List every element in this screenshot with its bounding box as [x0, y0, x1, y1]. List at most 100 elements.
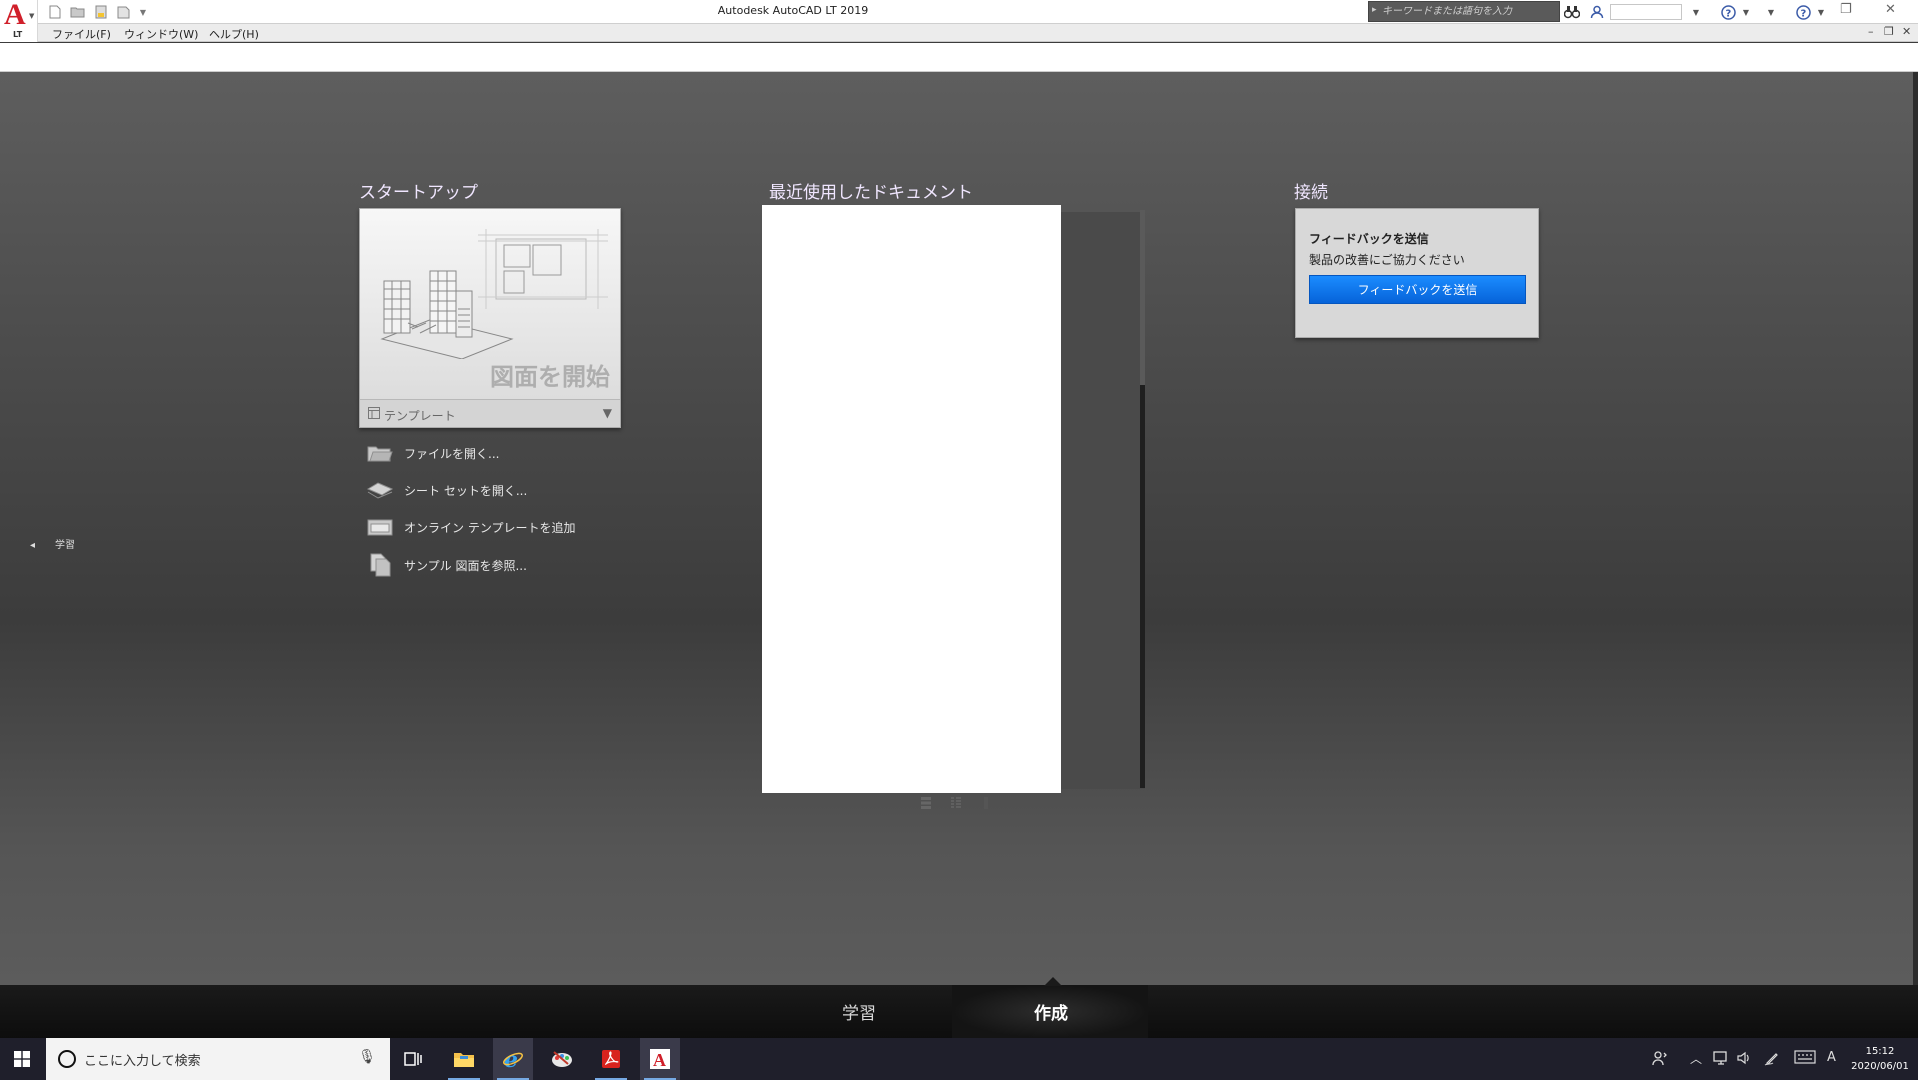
keyboard-icon[interactable] — [1794, 1050, 1816, 1068]
windows-start-button[interactable] — [0, 1038, 44, 1080]
pdf-icon — [602, 1050, 620, 1068]
sign-in-field[interactable] — [1610, 4, 1682, 20]
chevron-down-icon[interactable]: ▼ — [1765, 3, 1777, 21]
open-file-link[interactable]: ファイルを開く... — [366, 441, 499, 465]
feedback-card: フィードバックを送信 製品の改善にご協力ください フィードバックを送信 — [1295, 208, 1539, 338]
help-icon[interactable]: ? — [1793, 3, 1813, 21]
customize-toolbar-dropdown-icon[interactable]: ▼ — [138, 4, 148, 20]
chevron-down-icon[interactable]: ▼ — [1740, 3, 1752, 21]
lt-badge: LT — [13, 30, 23, 39]
network-icon[interactable] — [1712, 1050, 1730, 1070]
open-file-label: ファイルを開く... — [404, 446, 500, 461]
pen-workspace-icon[interactable] — [1764, 1050, 1780, 1070]
help-icon[interactable]: ? — [1718, 3, 1738, 21]
open-sheet-set-label: シート セットを開く... — [404, 483, 528, 498]
feedback-heading: フィードバックを送信 — [1309, 232, 1429, 246]
learn-side-tab[interactable]: ◂ 学習 — [30, 536, 75, 551]
sheet-set-icon — [366, 479, 394, 501]
recent-documents-title: 最近使用したドキュメント — [769, 183, 973, 203]
folder-icon — [366, 442, 394, 464]
ribbon-area — [0, 43, 1918, 72]
send-feedback-button[interactable]: フィードバックを送信 — [1309, 275, 1526, 304]
svg-text:A: A — [653, 1050, 666, 1070]
save-as-icon[interactable] — [115, 4, 133, 20]
scrollbar-thumb[interactable] — [1140, 210, 1145, 385]
taskbar-search-box[interactable]: ここに入力して検索 🎙 — [46, 1038, 390, 1080]
browse-sample-drawings-label: サンプル 図面を参照... — [404, 558, 527, 573]
quick-access-toolbar: ▼ — [46, 2, 148, 22]
minimize-document-icon[interactable]: – — [1868, 25, 1874, 38]
online-template-icon — [366, 516, 394, 538]
chevron-left-icon: ◂ — [30, 540, 36, 551]
large-thumbnail-view-icon[interactable] — [917, 795, 935, 811]
recent-view-toggles — [917, 795, 995, 811]
task-view-icon — [404, 1052, 422, 1066]
svg-text:?: ? — [1725, 8, 1731, 19]
new-file-icon[interactable] — [46, 4, 64, 20]
internet-explorer-icon: e — [503, 1048, 523, 1070]
add-online-template-label: オンライン テンプレートを追加 — [404, 520, 576, 535]
chevron-down-icon: ▼ — [29, 12, 35, 20]
small-thumbnail-view-icon[interactable] — [947, 795, 965, 811]
restore-window-icon[interactable]: ❐ — [1840, 2, 1852, 17]
autocad-app-icon: A — [650, 1049, 670, 1070]
autocad-logo-icon: A — [4, 0, 26, 31]
volume-icon[interactable] — [1736, 1050, 1752, 1070]
template-label: テンプレート — [384, 409, 456, 423]
menu-window[interactable]: ウィンドウ(W) — [124, 26, 198, 42]
acrobat-reader-button[interactable] — [591, 1038, 631, 1080]
show-hidden-icons-icon[interactable]: ︿ — [1690, 1050, 1702, 1067]
city-drawing-illustration-icon — [380, 229, 608, 359]
taskbar-clock[interactable]: 15:12 2020/06/01 — [1850, 1044, 1910, 1074]
open-sheet-set-link[interactable]: シート セットを開く... — [366, 478, 527, 502]
menu-bar: ファイル(F) ウィンドウ(W) ヘルプ(H) – ❐ ✕ — [0, 24, 1918, 42]
list-view-icon[interactable] — [977, 795, 995, 811]
keyword-search-input[interactable] — [1382, 3, 1556, 20]
task-view-button[interactable] — [393, 1038, 433, 1080]
tab-create[interactable]: 作成 — [1034, 999, 1068, 1024]
close-document-icon[interactable]: ✕ — [1902, 25, 1911, 38]
clock-time: 15:12 — [1865, 1046, 1895, 1057]
cortana-icon — [58, 1050, 76, 1068]
chevron-down-icon[interactable]: ▼ — [1690, 3, 1702, 21]
microphone-icon[interactable]: 🎙 — [358, 1049, 376, 1065]
chevron-down-icon[interactable]: ▼ — [1815, 3, 1827, 21]
svg-text:?: ? — [1800, 8, 1806, 19]
menu-file[interactable]: ファイル(F) — [52, 26, 111, 42]
paint-app-button[interactable] — [542, 1038, 582, 1080]
clock-date: 2020/06/01 — [1851, 1061, 1909, 1072]
restore-document-icon[interactable]: ❐ — [1884, 25, 1894, 38]
infocenter-search: ▸ — [1368, 1, 1560, 22]
chevron-down-icon: ▼ — [602, 406, 612, 420]
start-drawing-label: 図面を開始 — [490, 363, 610, 391]
binoculars-icon[interactable] — [1562, 3, 1582, 21]
recent-documents-list[interactable] — [762, 205, 1061, 793]
start-page-tab-bar: 学習 作成 — [0, 977, 1918, 1038]
close-window-icon[interactable]: ✕ — [1885, 2, 1896, 17]
user-icon[interactable] — [1587, 3, 1607, 21]
connect-section-title: 接続 — [1294, 183, 1328, 203]
add-online-template-link[interactable]: オンライン テンプレートを追加 — [366, 515, 575, 539]
save-icon[interactable] — [92, 4, 110, 20]
page-scrollbar[interactable] — [1913, 72, 1918, 985]
menu-help[interactable]: ヘルプ(H) — [209, 26, 259, 42]
feedback-subtext: 製品の改善にご協力ください — [1309, 253, 1465, 267]
people-icon[interactable] — [1652, 1050, 1668, 1070]
windows-taskbar: ここに入力して検索 🎙 e A ︿ A 15:12 2020/06/01 — [0, 1038, 1918, 1080]
application-menu-button[interactable]: A LT ▼ — [0, 0, 38, 42]
title-bar: A LT ▼ ▼ Autodesk AutoCAD LT 2019 ▸ ▼ ? … — [0, 0, 1918, 42]
file-explorer-button[interactable] — [444, 1038, 484, 1080]
browse-sample-drawings-link[interactable]: サンプル 図面を参照... — [366, 553, 527, 577]
autocad-taskbar-button[interactable]: A — [640, 1038, 680, 1080]
template-icon — [368, 407, 380, 422]
internet-explorer-button[interactable]: e — [493, 1038, 533, 1080]
recent-documents-scrollbar[interactable] — [1140, 210, 1145, 788]
expand-arrow-icon[interactable]: ▸ — [1372, 5, 1377, 15]
start-drawing-card[interactable]: 図面を開始 テンプレート ▼ — [359, 208, 621, 428]
template-dropdown[interactable]: テンプレート ▼ — [360, 399, 620, 427]
ime-mode-indicator[interactable]: A — [1827, 1050, 1836, 1065]
open-folder-icon[interactable] — [69, 4, 87, 20]
tab-learn[interactable]: 学習 — [842, 999, 876, 1024]
paint-palette-icon — [552, 1051, 572, 1067]
windows-logo-icon — [14, 1051, 30, 1067]
